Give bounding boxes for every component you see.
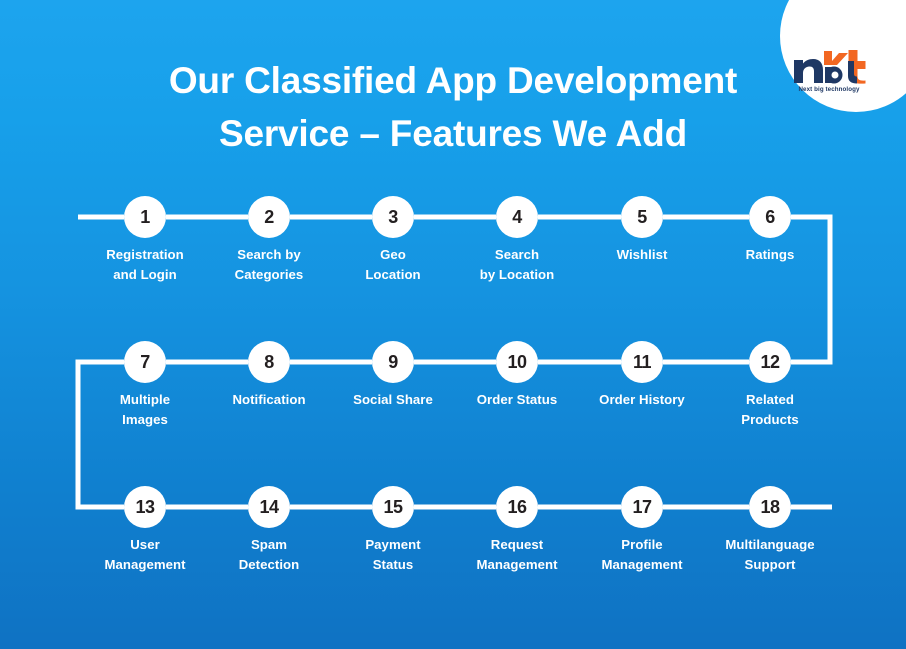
feature-node-number: 9 xyxy=(372,341,414,383)
feature-node-number: 5 xyxy=(621,196,663,238)
feature-node-number: 17 xyxy=(621,486,663,528)
feature-node-number: 7 xyxy=(124,341,166,383)
nbt-logomark-icon xyxy=(794,50,866,84)
feature-node-number: 2 xyxy=(248,196,290,238)
feature-node-number: 1 xyxy=(124,196,166,238)
feature-node-number: 15 xyxy=(372,486,414,528)
feature-node-number: 10 xyxy=(496,341,538,383)
feature-node-number: 13 xyxy=(124,486,166,528)
logo-tagline: Next big technology xyxy=(798,86,860,93)
feature-node-number: 11 xyxy=(621,341,663,383)
infographic-canvas: Next big technology Our Classified App D… xyxy=(0,0,906,649)
feature-flow-diagram: 1 Registration and Login 2 Search by Catego… xyxy=(0,0,906,649)
feature-node-label: Ratings xyxy=(745,247,795,262)
feature-node-6[interactable]: 6 Ratings xyxy=(690,196,850,265)
feature-node-number: 16 xyxy=(496,486,538,528)
feature-node-number: 14 xyxy=(248,486,290,528)
feature-node-number: 3 xyxy=(372,196,414,238)
feature-node-number: 4 xyxy=(496,196,538,238)
feature-node-number: 8 xyxy=(248,341,290,383)
feature-node-12[interactable]: 12 Related Products xyxy=(690,341,850,429)
feature-node-number: 12 xyxy=(749,341,791,383)
feature-node-number: 6 xyxy=(749,196,791,238)
feature-node-label: Multilanguage Support xyxy=(725,537,815,572)
feature-node-18[interactable]: 18 Multilanguage Support xyxy=(690,486,850,574)
feature-node-label: Related Products xyxy=(741,392,799,427)
company-logo: Next big technology xyxy=(788,50,870,93)
feature-node-number: 18 xyxy=(749,486,791,528)
